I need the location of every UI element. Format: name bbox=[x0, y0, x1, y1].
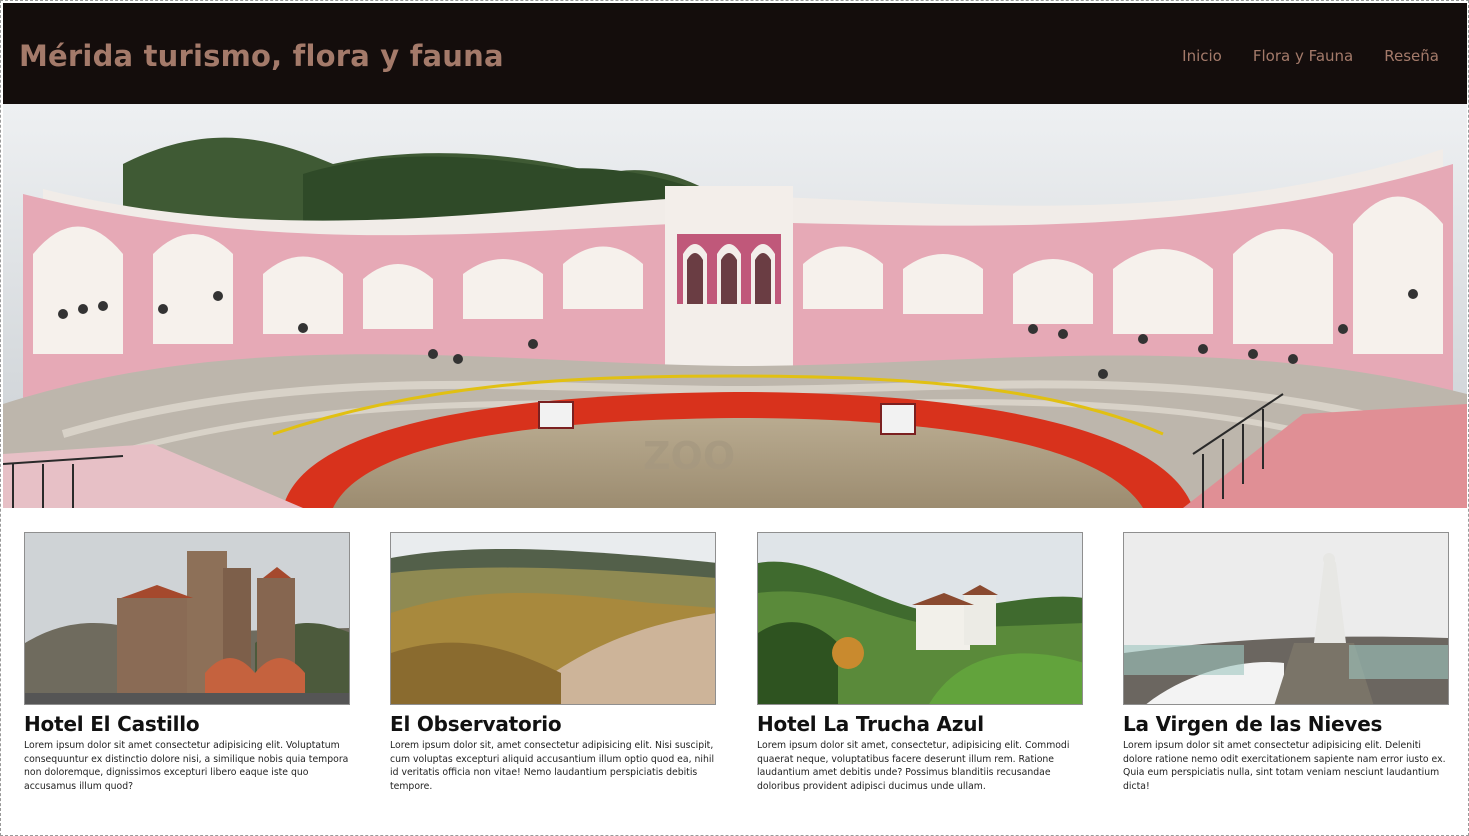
card-image bbox=[390, 532, 716, 705]
card-image bbox=[1123, 532, 1449, 705]
card-el-observatorio: El Observatorio Lorem ipsum dolor sit, a… bbox=[390, 532, 716, 793]
nav-link-flora-fauna[interactable]: Flora y Fauna bbox=[1253, 47, 1353, 65]
card-description: Lorem ipsum dolor sit amet consectetur a… bbox=[24, 740, 349, 792]
site-header: Mérida turismo, flora y fauna Inicio Flo… bbox=[3, 3, 1467, 104]
card-image bbox=[757, 532, 1083, 705]
card-description: Lorem ipsum dolor sit amet, consectetur,… bbox=[757, 740, 1070, 792]
card-description: Lorem ipsum dolor sit amet consectetur a… bbox=[1123, 740, 1446, 792]
nav-link-inicio[interactable]: Inicio bbox=[1182, 47, 1222, 65]
card-image bbox=[24, 532, 350, 705]
main-nav: Inicio Flora y Fauna Reseña bbox=[1182, 47, 1439, 65]
card-title: La Virgen de las Nieves bbox=[1123, 712, 1383, 736]
card-hotel-la-trucha-azul: Hotel La Trucha Azul Lorem ipsum dolor s… bbox=[757, 532, 1083, 793]
card-title: Hotel El Castillo bbox=[24, 712, 200, 736]
card-description: Lorem ipsum dolor sit, amet consectetur … bbox=[390, 740, 715, 792]
card-title: El Observatorio bbox=[390, 712, 562, 736]
hero-banner-image: ZOO bbox=[3, 104, 1467, 508]
card-virgen-de-las-nieves: La Virgen de las Nieves Lorem ipsum dolo… bbox=[1123, 532, 1449, 793]
nav-link-resena[interactable]: Reseña bbox=[1384, 47, 1439, 65]
site-title: Mérida turismo, flora y fauna bbox=[19, 39, 504, 73]
hero-sign-text: ZOO bbox=[643, 434, 735, 478]
card-title: Hotel La Trucha Azul bbox=[757, 712, 984, 736]
attractions-grid: Hotel El Castillo Lorem ipsum dolor sit … bbox=[24, 532, 1449, 822]
card-hotel-el-castillo: Hotel El Castillo Lorem ipsum dolor sit … bbox=[24, 532, 350, 793]
